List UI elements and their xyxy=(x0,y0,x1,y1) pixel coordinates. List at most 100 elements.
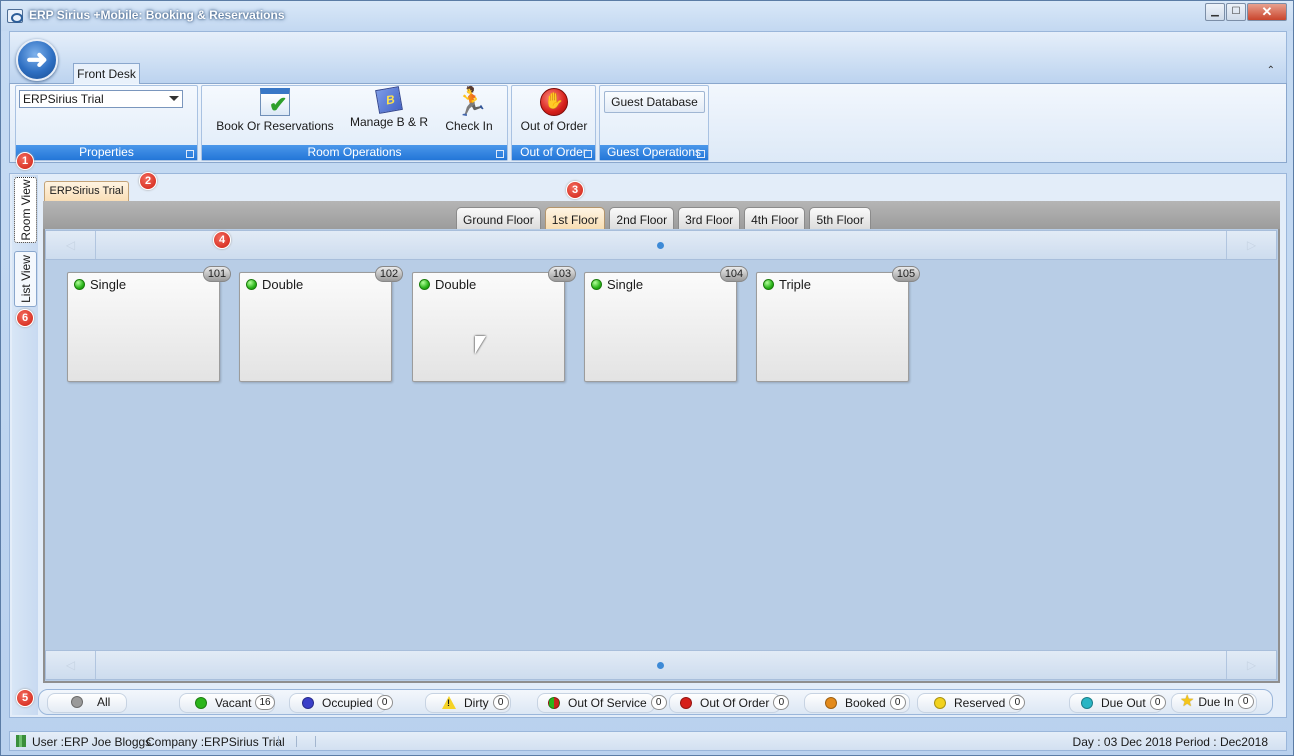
ribbon-collapse-icon[interactable]: ⌃ xyxy=(1267,65,1275,76)
status-separator xyxy=(315,736,316,747)
tab-room-view[interactable]: Room View xyxy=(14,177,37,243)
out-of-order-status-icon xyxy=(680,696,692,709)
callout-marker: 4 xyxy=(213,231,231,249)
manage-b-and-r-label: Manage B & R xyxy=(349,115,429,129)
room-number-badge: 105 xyxy=(892,266,920,282)
room-type: Double xyxy=(435,277,477,292)
scroll-right-icon[interactable]: ▷ xyxy=(1226,231,1276,259)
room-card[interactable]: Double 102 xyxy=(239,266,403,382)
minimize-button[interactable]: ▁ xyxy=(1205,3,1225,21)
title-bar: ERP Sirius +Mobile: Booking & Reservatio… xyxy=(1,1,1293,31)
legend-due-in: ★ Due In 0 xyxy=(1180,692,1254,710)
group-label-guest-operations: Guest Operations xyxy=(600,145,708,160)
group-label-out-of-order: Out of Order xyxy=(512,145,595,160)
warning-triangle-icon xyxy=(442,696,456,709)
all-status-icon xyxy=(71,696,83,708)
app-window: ERP Sirius +Mobile: Booking & Reservatio… xyxy=(0,0,1294,756)
callout-marker: 6 xyxy=(16,309,34,327)
tab-room-view-label: Room View xyxy=(18,179,33,241)
property-select[interactable]: ERPSirius Trial xyxy=(19,90,183,108)
group-out-of-order: ✋ Out of Order Out of Order xyxy=(511,85,596,161)
manage-b-and-r-button[interactable]: Manage B & R xyxy=(348,86,430,142)
status-company: Company :ERPSirius Trial xyxy=(146,735,285,749)
legend-label: Due Out xyxy=(1101,695,1146,710)
status-legend: All Vacant 16 Occupied 0 Dirty 0 Out Of … xyxy=(38,689,1273,715)
tab-property[interactable]: ERPSirius Trial xyxy=(44,181,129,201)
legend-count: 16 xyxy=(255,695,275,710)
group-label-text: Out of Order xyxy=(520,145,587,159)
dialog-launcher-icon[interactable] xyxy=(584,150,592,158)
tab-1st-floor[interactable]: 1st Floor xyxy=(544,207,606,229)
group-label-text: Properties xyxy=(79,145,134,159)
ribbon-header xyxy=(9,31,1287,83)
room-card[interactable]: Triple 105 xyxy=(756,266,920,382)
book-or-reservations-button[interactable]: Book Or Reservations xyxy=(216,88,334,142)
close-button[interactable]: ✕ xyxy=(1247,3,1287,21)
room-type: Single xyxy=(607,277,644,292)
tab-3rd-floor[interactable]: 3rd Floor xyxy=(678,207,741,229)
legend-dirty: Dirty 0 xyxy=(442,695,509,710)
status-bar: User :ERP Joe Bloggs Company :ERPSirius … xyxy=(9,731,1287,751)
dialog-launcher-icon[interactable] xyxy=(496,150,504,158)
group-label-properties: Properties xyxy=(16,145,197,160)
legend-count: 0 xyxy=(492,695,509,710)
status-separator xyxy=(296,736,297,747)
legend-count: 0 xyxy=(376,695,393,710)
vacant-status-icon xyxy=(246,279,257,290)
guest-database-button[interactable]: Guest Database xyxy=(604,91,705,113)
tab-2nd-floor[interactable]: 2nd Floor xyxy=(609,207,675,229)
room-card[interactable]: Single 101 xyxy=(67,266,231,382)
legend-count: 0 xyxy=(650,695,667,710)
scroll-right-icon[interactable]: ▷ xyxy=(1226,651,1276,679)
room-number-badge: 103 xyxy=(548,266,576,282)
legend-label: Dirty xyxy=(464,695,489,710)
scroll-left-icon[interactable]: ◁ xyxy=(46,231,96,259)
tab-front-desk[interactable]: Front Desk xyxy=(73,63,140,84)
view-tabs: Room View List View xyxy=(12,175,38,715)
out-of-order-button[interactable]: ✋ Out of Order xyxy=(516,88,592,142)
status-day-period: Day : 03 Dec 2018 Period : Dec2018 xyxy=(1072,735,1268,749)
back-arrow-icon[interactable]: ➜ xyxy=(16,39,58,81)
top-scroller: ◁ ▷ xyxy=(45,230,1277,260)
room-type: Double xyxy=(262,277,304,292)
legend-label: Occupied xyxy=(322,695,373,710)
property-select-value: ERPSirius Trial xyxy=(23,92,104,106)
check-in-button[interactable]: 🏃 Check In xyxy=(442,88,496,142)
legend-booked: Booked 0 xyxy=(825,695,906,710)
room-card[interactable]: Single 104 xyxy=(584,266,748,382)
legend-reserved: Reserved 0 xyxy=(934,695,1026,710)
occupied-status-icon xyxy=(302,696,314,709)
group-properties: ERPSirius Trial Properties xyxy=(15,85,198,161)
scroll-position-dot xyxy=(657,662,664,669)
dialog-launcher-icon[interactable] xyxy=(697,150,705,158)
status-separator xyxy=(278,736,279,747)
maximize-button[interactable]: ☐ xyxy=(1226,3,1246,21)
vacant-status-icon xyxy=(74,279,85,290)
floor-tabs: Ground Floor 1st Floor 2nd Floor 3rd Flo… xyxy=(456,207,875,229)
scroll-position-dot xyxy=(657,242,664,249)
vacant-status-icon xyxy=(763,279,774,290)
book-or-reservations-label: Book Or Reservations xyxy=(216,119,334,133)
legend-label: Out Of Order xyxy=(700,695,770,710)
due-out-status-icon xyxy=(1081,696,1093,709)
tab-5th-floor[interactable]: 5th Floor xyxy=(809,207,871,229)
app-logo-icon xyxy=(7,9,23,23)
legend-count: 0 xyxy=(773,695,790,710)
booking-book-icon xyxy=(375,86,403,114)
room-type: Single xyxy=(90,277,127,292)
tab-list-view[interactable]: List View xyxy=(14,251,37,307)
room-card[interactable]: Double 103 xyxy=(412,266,576,382)
tab-ground-floor[interactable]: Ground Floor xyxy=(456,207,541,229)
tab-4th-floor[interactable]: 4th Floor xyxy=(744,207,806,229)
star-icon: ★ xyxy=(1180,692,1195,710)
chevron-down-icon xyxy=(169,96,179,101)
legend-label: Booked xyxy=(845,695,886,710)
room-number-badge: 102 xyxy=(375,266,403,282)
scroll-left-icon[interactable]: ◁ xyxy=(46,651,96,679)
booked-status-icon xyxy=(825,696,837,709)
legend-count: 0 xyxy=(1237,694,1254,709)
dialog-launcher-icon[interactable] xyxy=(186,150,194,158)
out-of-order-label: Out of Order xyxy=(520,119,588,133)
room-number-badge: 104 xyxy=(720,266,748,282)
tab-list-view-label: List View xyxy=(18,255,33,303)
